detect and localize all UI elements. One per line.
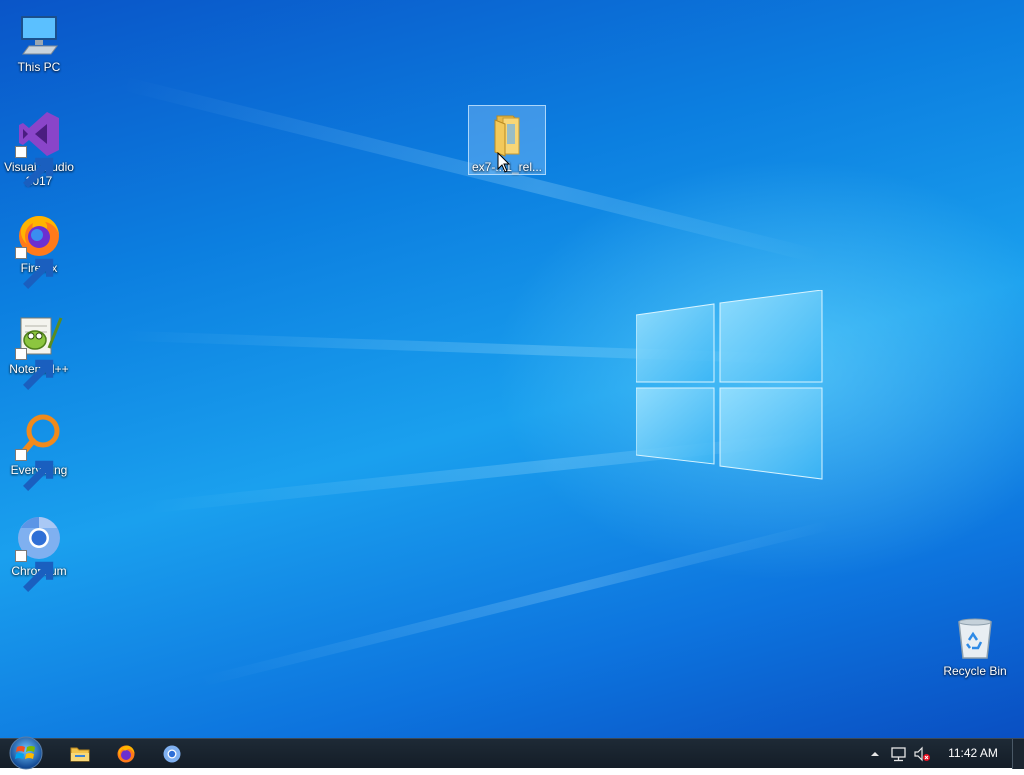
- shortcut-arrow-icon: [15, 146, 54, 188]
- folder-icon: [483, 110, 531, 158]
- everything-search-icon: [15, 413, 63, 491]
- notepad-plus-plus-icon: [15, 312, 63, 390]
- chevron-up-icon: [871, 752, 879, 756]
- tray-overflow-button[interactable]: [866, 745, 884, 763]
- windows-start-orb-icon: [9, 736, 43, 770]
- network-icon: [891, 747, 906, 762]
- shortcut-arrow-icon: [15, 550, 54, 592]
- desktop-icon-recycle-bin[interactable]: Recycle Bin: [937, 614, 1013, 678]
- desktop-icon-notepad-plus-plus[interactable]: Notepad++: [1, 312, 77, 390]
- wallpaper-beam: [198, 520, 832, 688]
- firefox-icon: [15, 211, 63, 289]
- tray-network-button[interactable]: [890, 745, 908, 763]
- computer-icon: [15, 10, 63, 58]
- taskbar-clock[interactable]: 11:42 AM: [940, 746, 1006, 760]
- desktop-icon-label: Recycle Bin: [943, 664, 1007, 678]
- desktop-icon-everything[interactable]: Everything: [1, 413, 77, 491]
- desktop-background: This PC Visual Studio 2017 Firefox Notep…: [0, 0, 1024, 738]
- desktop-icon-this-pc[interactable]: This PC: [1, 10, 77, 74]
- desktop-icon-visual-studio[interactable]: Visual Studio 2017: [1, 110, 77, 188]
- start-button[interactable]: [6, 736, 46, 770]
- show-desktop-button[interactable]: [1012, 739, 1024, 769]
- taskbar-file-explorer-button[interactable]: [62, 741, 98, 767]
- shortcut-arrow-icon: [15, 348, 54, 390]
- shortcut-arrow-icon: [15, 449, 54, 491]
- desktop-icon-chromium[interactable]: Chromium: [1, 514, 77, 592]
- taskbar-firefox-button[interactable]: [108, 741, 144, 767]
- windows-logo-wallpaper: [636, 290, 823, 480]
- firefox-icon: [117, 745, 135, 763]
- chromium-icon: [163, 745, 181, 763]
- desktop-icon-label: This PC: [17, 60, 61, 74]
- folder-icon: [70, 747, 90, 762]
- tray-volume-button[interactable]: [913, 745, 931, 763]
- taskbar: 11:42 AM: [0, 736, 1024, 770]
- volume-muted-icon: [914, 746, 930, 762]
- mouse-cursor-icon: [497, 152, 511, 173]
- shortcut-arrow-icon: [15, 247, 54, 289]
- recycle-bin-icon: [951, 614, 999, 662]
- taskbar-chromium-button[interactable]: [154, 741, 190, 767]
- desktop-icon-firefox[interactable]: Firefox: [1, 211, 77, 289]
- chromium-icon: [15, 514, 63, 592]
- visual-studio-icon: [15, 110, 63, 188]
